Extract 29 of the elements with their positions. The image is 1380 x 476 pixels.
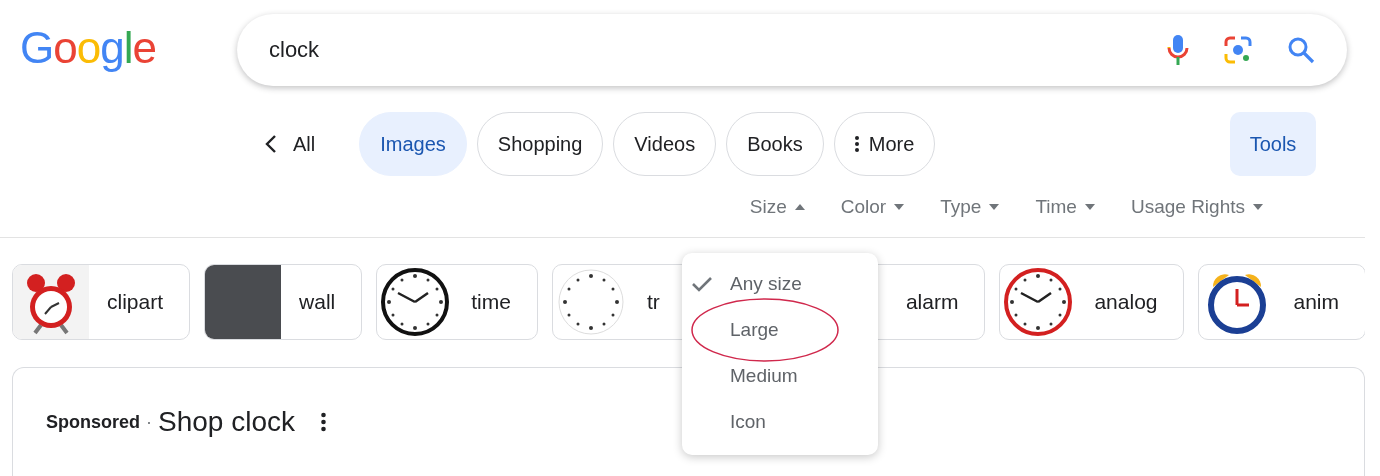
sponsored-label: Sponsored <box>46 411 140 433</box>
filter-dropdown[interactable]: Time <box>1035 195 1095 218</box>
suggestion-chip[interactable]: wall <box>204 264 363 340</box>
clock-icon <box>1003 267 1074 337</box>
camera-icon[interactable] <box>1223 35 1253 65</box>
search-tab[interactable]: Images <box>359 112 467 176</box>
back-tab[interactable]: All <box>257 112 350 176</box>
search-field[interactable]: clock <box>269 37 1133 63</box>
clock-icon <box>555 267 626 337</box>
suggestion-chip[interactable]: clipart <box>12 264 191 340</box>
google-logo[interactable]: Google <box>20 23 170 73</box>
microphone-icon[interactable] <box>1167 34 1189 66</box>
menu-item[interactable]: Large <box>730 319 779 341</box>
clock-icon <box>380 267 451 337</box>
search-icon[interactable] <box>1287 36 1315 64</box>
tools-button[interactable]: Tools <box>1230 112 1316 176</box>
filter-dropdown[interactable]: Size <box>749 195 805 218</box>
menu-item[interactable]: Medium <box>730 365 798 387</box>
separator-dot: · <box>146 411 152 433</box>
menu-item[interactable]: Icon <box>730 411 766 433</box>
section-title: Shop clock <box>158 406 295 438</box>
filter-dropdown[interactable]: Usage Rights <box>1130 195 1263 218</box>
more-vertical-icon <box>854 136 859 152</box>
chevron-left-icon <box>265 135 277 153</box>
suggestion-chip[interactable]: time <box>376 264 538 340</box>
more-vertical-icon[interactable] <box>321 412 326 432</box>
suggestion-chip[interactable]: analog <box>999 264 1185 340</box>
filter-dropdown[interactable]: Color <box>840 195 905 218</box>
filter-dropdown[interactable]: Type <box>940 195 1000 218</box>
